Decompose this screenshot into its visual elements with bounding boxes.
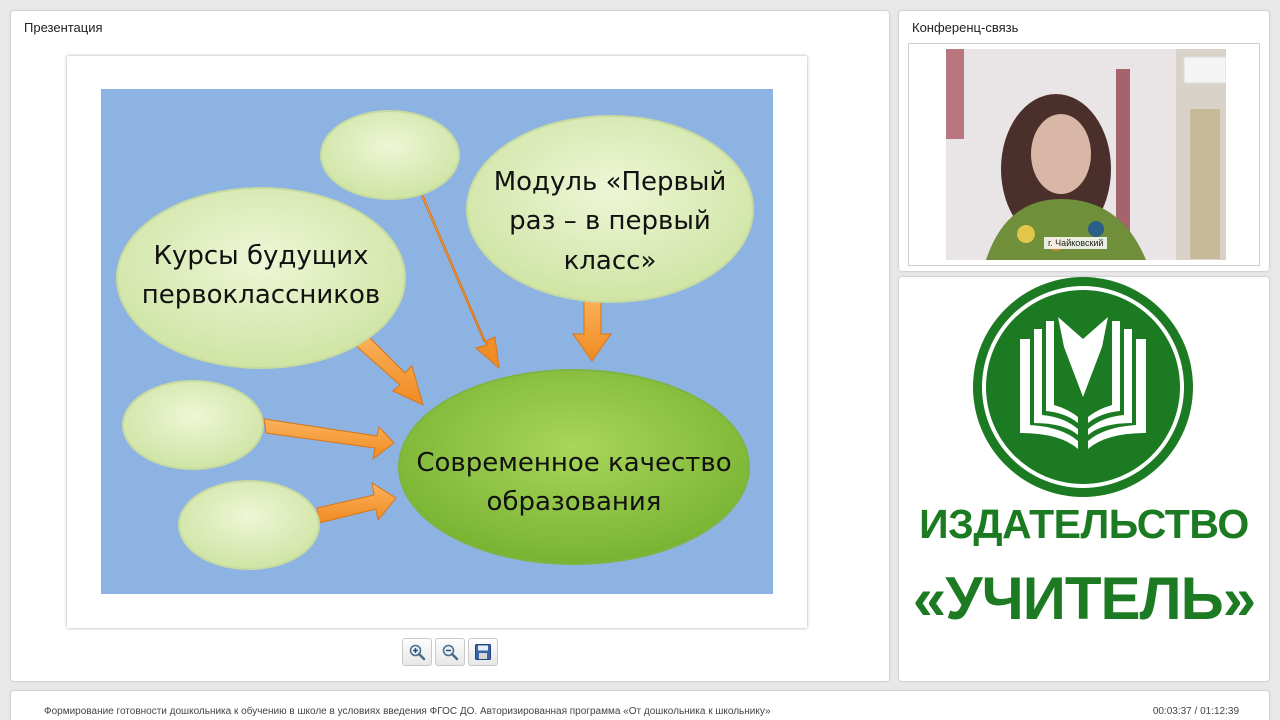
zoom-out-button[interactable] <box>435 638 465 666</box>
save-button[interactable] <box>468 638 498 666</box>
logo-panel: ИЗДАТЕЛЬСТВО «УЧИТЕЛЬ» <box>899 277 1269 681</box>
publisher-logo-emblem <box>973 277 1193 497</box>
slide-toolbar <box>402 638 498 666</box>
slide-frame: Курсы будущих первоклассников Модуль «Пе… <box>67 56 807 628</box>
bubble-center-line2: образования <box>487 487 662 517</box>
zoom-in-button[interactable] <box>402 638 432 666</box>
footer-bar: Формирование готовности дошкольника к об… <box>11 691 1269 720</box>
bubble-left-small-1 <box>122 380 264 470</box>
speaker-image <box>946 49 1226 260</box>
bubble-courses <box>116 187 406 369</box>
zoom-in-icon <box>409 644 426 661</box>
presentation-panel: Презентация Курсы будущих первокласснико… <box>11 11 889 681</box>
playback-time: 00:03:37 / 01:12:39 <box>1152 706 1239 717</box>
zoom-out-icon <box>442 644 459 661</box>
publisher-name-line1: ИЗДАТЕЛЬСТВО <box>919 501 1249 547</box>
conference-panel: Конференц-связь г. Чайковский <box>899 11 1269 271</box>
speaker-video <box>946 49 1226 260</box>
bubble-left-small-2 <box>178 480 320 570</box>
webinar-title: Формирование готовности дошкольника к об… <box>44 706 771 717</box>
bubble-courses-line1: Курсы будущих <box>154 241 369 271</box>
video-location-label: г. Чайковский <box>1044 237 1108 249</box>
save-icon <box>475 644 491 660</box>
publisher-name-line2: «УЧИТЕЛЬ» <box>912 565 1256 632</box>
bubble-module-line3: класс» <box>564 246 657 276</box>
bubble-top-small <box>320 110 460 200</box>
presentation-title: Презентация <box>24 20 103 35</box>
bubble-center-line1: Современное качество <box>416 448 731 478</box>
bubble-module-line1: Модуль «Первый <box>494 167 727 197</box>
slide-diagram: Курсы будущих первоклассников Модуль «Пе… <box>101 89 773 594</box>
bubble-courses-line2: первоклассников <box>142 280 380 310</box>
video-frame[interactable]: г. Чайковский <box>908 43 1260 266</box>
conference-title: Конференц-связь <box>912 20 1019 35</box>
bubble-module-line2: раз – в первый <box>509 206 711 236</box>
